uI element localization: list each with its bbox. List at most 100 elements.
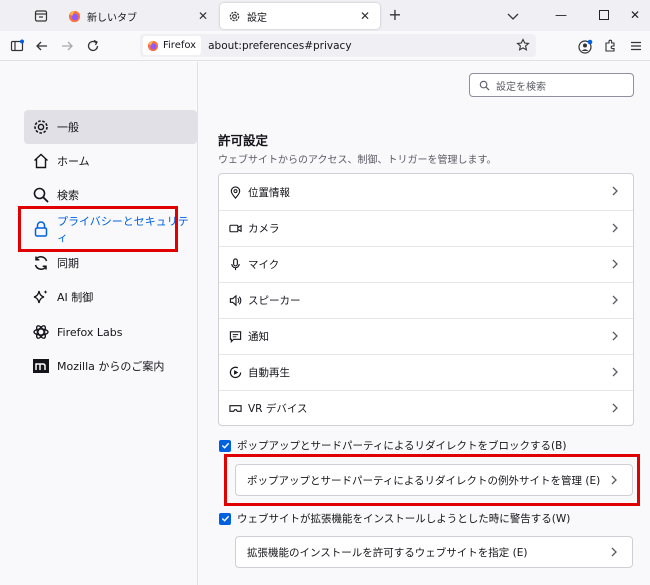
sidebar-toggle-button[interactable] xyxy=(8,37,26,55)
identity-label: Firefox xyxy=(163,40,197,51)
checkbox-label: ポップアップとサードパーティによるリダイレクトをブロックする(B) xyxy=(237,440,567,452)
permission-label: 自動再生 xyxy=(248,367,290,379)
arrow-right-icon xyxy=(62,41,73,51)
popup-exceptions-button[interactable]: ポップアップとサードパーティによるリダイレクトの例外サイトを管理 (E) xyxy=(235,464,633,496)
autoplay-icon xyxy=(229,366,242,379)
permission-label: カメラ xyxy=(248,223,280,235)
navigation-toolbar: Firefox about:preferences#privacy xyxy=(0,31,650,61)
notification-icon xyxy=(229,331,242,343)
forward-button[interactable] xyxy=(58,37,76,55)
category-sidebar: 一般 ホーム 検索 プライバシーとセキュリティ 同期 AI 制御 Firefox… xyxy=(0,62,198,585)
permission-microphone[interactable]: マイク xyxy=(219,246,633,282)
arrow-left-icon xyxy=(36,41,47,51)
permission-label: 位置情報 xyxy=(248,186,290,199)
chevron-right-icon xyxy=(612,367,618,377)
sidebar-item-search[interactable]: 検索 xyxy=(24,178,197,212)
tab-new-tab[interactable]: 新しいタブ ✕ xyxy=(60,3,218,29)
sidebar-item-mozilla[interactable]: Mozilla からのご案内 xyxy=(24,349,197,383)
checkbox-checked[interactable] xyxy=(219,439,231,452)
addon-exceptions-button[interactable]: 拡張機能のインストールを許可するウェブサイトを指定 (E) xyxy=(235,536,633,568)
search-icon xyxy=(479,80,490,91)
sidebar-item-label: 検索 xyxy=(57,189,79,202)
flask-icon xyxy=(33,325,49,339)
tab-settings[interactable]: 設定 ✕ xyxy=(220,3,380,29)
gear-icon xyxy=(34,120,48,134)
url-text[interactable]: about:preferences#privacy xyxy=(208,40,351,52)
chevron-right-icon xyxy=(611,547,617,557)
home-icon xyxy=(34,153,48,169)
firefox-view-icon xyxy=(34,9,48,22)
checkbox-checked[interactable] xyxy=(219,512,231,525)
button-label: 拡張機能のインストールを許可するウェブサイトを指定 (E) xyxy=(247,546,528,559)
reload-button[interactable] xyxy=(84,37,102,55)
sidebar-item-label: ホーム xyxy=(57,155,90,168)
sidebar-item-label: 同期 xyxy=(57,257,79,270)
checkmark-icon xyxy=(221,442,229,449)
maximize-button[interactable] xyxy=(591,4,617,26)
permission-camera[interactable]: カメラ xyxy=(219,210,633,246)
sidebar-item-label: Firefox Labs xyxy=(57,325,123,339)
location-icon xyxy=(230,185,241,199)
block-popups-checkbox[interactable]: ポップアップとサードパーティによるリダイレクトをブロックする(B) xyxy=(219,438,566,453)
sidebar-item-privacy-security[interactable]: プライバシーとセキュリティ xyxy=(24,212,197,246)
addon-warning-checkbox[interactable]: ウェブサイトが拡張機能をインストールしようとした時に警告する(W) xyxy=(219,511,570,526)
permission-notification[interactable]: 通知 xyxy=(219,318,633,354)
permission-label: 通知 xyxy=(248,331,269,343)
minimize-button[interactable]: — xyxy=(548,4,574,26)
chevron-down-icon[interactable] xyxy=(505,8,521,24)
search-placeholder: 設定を検索 xyxy=(496,81,546,93)
permission-speaker[interactable]: スピーカー xyxy=(219,282,633,318)
firefox-logo-icon xyxy=(147,40,159,51)
close-icon[interactable]: ✕ xyxy=(358,9,372,23)
permission-label: マイク xyxy=(248,259,280,271)
new-tab-button[interactable]: + xyxy=(386,6,404,24)
firefox-logo-icon xyxy=(68,10,81,22)
chevron-right-icon xyxy=(612,331,618,341)
chevron-right-icon xyxy=(612,223,618,233)
mozilla-logo-icon xyxy=(33,359,49,373)
firefox-view-button[interactable] xyxy=(26,0,56,31)
bookmark-star-icon[interactable] xyxy=(516,38,530,52)
permissions-heading: 許可設定 xyxy=(218,133,269,148)
sidebar-icon xyxy=(10,39,24,52)
tab-title: 設定 xyxy=(247,12,267,24)
permission-vr-device[interactable]: VR デバイス xyxy=(219,390,633,426)
checkmark-icon xyxy=(221,515,229,522)
sync-icon xyxy=(34,256,48,270)
sparkle-icon xyxy=(33,290,48,304)
chevron-right-icon xyxy=(611,475,617,485)
identity-box[interactable]: Firefox xyxy=(143,36,202,55)
sidebar-item-ai-control[interactable]: AI 制御 xyxy=(24,280,197,314)
window-close-button[interactable]: ✕ xyxy=(622,4,648,26)
camera-icon xyxy=(229,224,242,233)
sidebar-item-home[interactable]: ホーム xyxy=(24,144,197,178)
permission-label: VR デバイス xyxy=(248,403,308,415)
extensions-button[interactable] xyxy=(601,37,619,55)
back-button[interactable] xyxy=(33,37,51,55)
url-bar[interactable]: Firefox about:preferences#privacy xyxy=(140,34,536,57)
permissions-description: ウェブサイトからのアクセス、制御、トリガーを管理します。 xyxy=(218,155,497,166)
permissions-list: 位置情報 カメラ マイク スピーカー 通知 自動再生 VR デバイス xyxy=(218,173,634,426)
sidebar-item-general[interactable]: 一般 xyxy=(24,110,197,144)
menu-button[interactable] xyxy=(627,37,645,55)
permission-autoplay[interactable]: 自動再生 xyxy=(219,354,633,390)
sidebar-item-label: AI 制御 xyxy=(57,291,94,304)
sidebar-item-label: Mozilla からのご案内 xyxy=(57,360,165,373)
reload-icon xyxy=(87,39,99,52)
search-input[interactable]: 設定を検索 xyxy=(469,73,634,97)
button-label: ポップアップとサードパーティによるリダイレクトの例外サイトを管理 (E) xyxy=(247,474,601,487)
microphone-icon xyxy=(231,258,240,271)
lock-icon xyxy=(34,221,48,237)
sidebar-item-firefox-labs[interactable]: Firefox Labs xyxy=(24,315,197,349)
chevron-right-icon xyxy=(612,403,618,413)
account-button[interactable] xyxy=(576,37,594,55)
gear-icon xyxy=(229,11,240,21)
permission-location[interactable]: 位置情報 xyxy=(219,174,633,210)
chevron-right-icon xyxy=(612,186,618,196)
hamburger-icon xyxy=(631,41,641,51)
sidebar-item-sync[interactable]: 同期 xyxy=(24,246,197,280)
permission-label: スピーカー xyxy=(248,295,301,307)
tab-title: 新しいタブ xyxy=(87,12,137,24)
puzzle-icon xyxy=(605,39,615,52)
close-icon[interactable]: ✕ xyxy=(196,9,210,23)
